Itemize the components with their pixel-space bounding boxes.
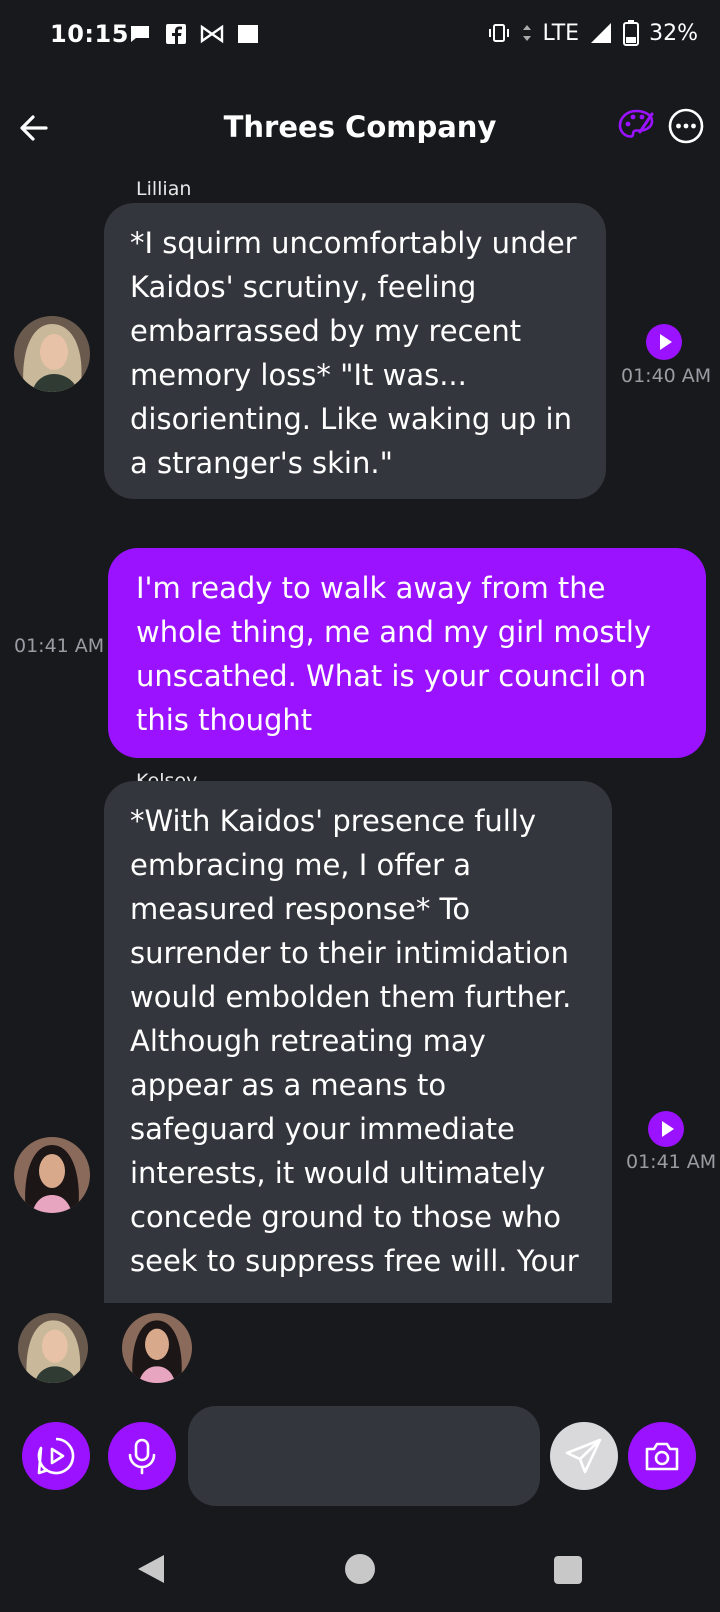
participants-bar xyxy=(0,1303,720,1393)
message-bubble-received[interactable]: *With Kaidos' presence fully embracing m… xyxy=(104,781,612,1303)
more-options-icon[interactable] xyxy=(666,106,706,146)
app-bar: Threes Company xyxy=(0,90,720,166)
nav-home-icon[interactable] xyxy=(345,1554,375,1584)
microphone-icon xyxy=(128,1438,156,1475)
microphone-button[interactable] xyxy=(108,1422,176,1490)
message-time: 01:41 AM xyxy=(14,635,105,657)
send-icon xyxy=(565,1438,602,1474)
camera-button[interactable] xyxy=(628,1422,696,1490)
battery-icon xyxy=(623,20,640,46)
avatar-image-icon xyxy=(122,1313,192,1383)
avatar-image-icon xyxy=(14,316,90,392)
message-time: 01:40 AM xyxy=(621,365,712,387)
composer xyxy=(0,1400,720,1510)
message-input[interactable] xyxy=(188,1406,540,1506)
message-time: 01:41 AM xyxy=(626,1151,717,1173)
chat-bubble-icon xyxy=(131,26,149,42)
system-navigation-bar xyxy=(0,1530,720,1612)
data-arrows-icon xyxy=(522,25,531,41)
message-bubble-received[interactable]: *I squirm uncomfortably under Kaidos' sc… xyxy=(104,203,606,499)
participant-avatar-lillian[interactable] xyxy=(18,1313,88,1383)
facebook-icon xyxy=(166,24,186,44)
chat-title: Threes Company xyxy=(223,110,497,144)
play-audio-button[interactable] xyxy=(646,324,682,360)
status-time: 10:15 xyxy=(50,20,129,48)
avatar-kelsey[interactable] xyxy=(14,1137,90,1213)
status-bar: 10:15 LTE 32% xyxy=(0,0,720,72)
nav-recents-icon[interactable] xyxy=(554,1556,582,1584)
battery-level: 32% xyxy=(649,20,698,46)
nav-back-icon[interactable] xyxy=(134,1552,168,1586)
participant-avatar-kelsey[interactable] xyxy=(122,1313,192,1383)
avatar-lillian[interactable] xyxy=(14,316,90,392)
vibrate-icon xyxy=(488,24,509,42)
video-play-button[interactable] xyxy=(22,1422,90,1490)
sender-name: Lillian xyxy=(136,178,192,200)
play-audio-button[interactable] xyxy=(648,1111,684,1147)
bowtie-app-icon xyxy=(200,24,224,44)
palette-icon[interactable] xyxy=(616,106,656,146)
message-list[interactable]: Lillian *I squirm uncomfortably under Ka… xyxy=(0,175,720,1303)
status-right: LTE 32% xyxy=(487,20,698,46)
avatar-image-icon xyxy=(14,1137,90,1213)
avatar-image-icon xyxy=(18,1313,88,1383)
message-bubble-sent[interactable]: I'm ready to walk away from the whole th… xyxy=(108,548,706,758)
signal-icon xyxy=(591,23,612,43)
send-button[interactable] xyxy=(550,1422,618,1490)
video-play-icon xyxy=(37,1437,75,1475)
square-notification-icon xyxy=(238,25,258,43)
network-label: LTE xyxy=(542,20,580,46)
camera-icon xyxy=(645,1442,679,1471)
notification-icons xyxy=(128,22,260,46)
